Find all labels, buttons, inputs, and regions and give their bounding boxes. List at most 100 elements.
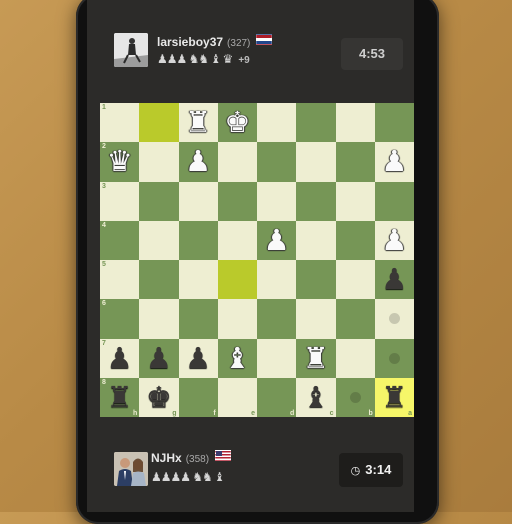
square-d7[interactable] [257, 338, 297, 378]
square-h3[interactable]: 3 [100, 181, 140, 221]
player-avatar[interactable] [114, 452, 148, 486]
material-advantage: +9 [238, 55, 250, 66]
square-d4[interactable]: ♟ [257, 220, 297, 260]
square-b3[interactable] [335, 181, 375, 221]
square-e8[interactable]: e [217, 377, 257, 417]
rank-label: 6 [102, 300, 106, 308]
square-h2[interactable]: 2 ♛ [100, 142, 140, 182]
square-h4[interactable]: 4 [100, 220, 140, 260]
rank-label: 8 [102, 378, 106, 386]
black-pawn-icon[interactable]: ♟ [146, 343, 172, 373]
white-pawn-icon[interactable]: ♟ [381, 147, 407, 176]
white-pawn-icon[interactable]: ♟ [264, 225, 290, 255]
square-e1[interactable]: ♚ [217, 103, 257, 143]
square-g5[interactable] [139, 260, 179, 300]
legal-move-dot[interactable] [388, 352, 400, 364]
square-c3[interactable] [296, 181, 336, 221]
square-g6[interactable] [139, 299, 179, 339]
opponent-name[interactable]: larsieboy37 (327) [157, 34, 273, 49]
white-queen-icon[interactable]: ♛ [107, 147, 133, 176]
white-rook-icon[interactable]: ♜ [303, 343, 329, 373]
square-h5[interactable]: 5 [100, 260, 140, 300]
square-c8[interactable]: c ♝ [296, 377, 336, 417]
square-a6[interactable] [374, 299, 414, 339]
legal-move-dot[interactable] [349, 391, 361, 403]
netherlands-flag-icon [256, 34, 273, 45]
square-h1[interactable]: 1 [100, 103, 140, 143]
white-king-icon[interactable]: ♚ [224, 108, 250, 137]
square-f8[interactable]: f [178, 377, 218, 417]
square-c5[interactable] [296, 260, 336, 300]
player-captured-pieces: ♟♟♟♟ ♞♞ ♝ [151, 470, 225, 484]
square-b7[interactable] [335, 338, 375, 378]
square-c1[interactable] [296, 103, 336, 143]
square-h8[interactable]: 8 h ♜ [100, 377, 140, 417]
opponent-avatar[interactable] [114, 33, 148, 67]
file-label: g [172, 410, 177, 417]
chess-board[interactable]: 1 ♜ ♚ 2 ♛ ♟ ♟ 3 4 ♟ ♟ 5 ♟ 6 7 ♟ ♟ ♟ ♝ ♜ 8 h ♜ g ♚ f e d c ♝ b a ♜ [100, 103, 414, 417]
white-rook-icon[interactable]: ♜ [185, 108, 211, 137]
black-pawn-icon[interactable]: ♟ [185, 343, 211, 373]
square-b2[interactable] [335, 142, 375, 182]
square-d5[interactable] [257, 260, 297, 300]
square-a5[interactable]: ♟ [374, 260, 414, 300]
square-b4[interactable] [335, 220, 375, 260]
square-g1[interactable] [139, 103, 179, 143]
legal-move-dot[interactable] [388, 313, 400, 325]
square-g3[interactable] [139, 181, 179, 221]
square-h6[interactable]: 6 [100, 299, 140, 339]
opponent-rating: (327) [227, 38, 251, 49]
square-c7[interactable]: ♜ [296, 338, 336, 378]
white-bishop-icon[interactable]: ♝ [224, 343, 250, 373]
square-f5[interactable] [178, 260, 218, 300]
square-f2[interactable]: ♟ [178, 142, 218, 182]
square-a4[interactable]: ♟ [374, 220, 414, 260]
white-pawn-icon[interactable]: ♟ [381, 225, 407, 255]
square-c4[interactable] [296, 220, 336, 260]
square-g4[interactable] [139, 220, 179, 260]
square-b6[interactable] [335, 299, 375, 339]
square-e6[interactable] [217, 299, 257, 339]
square-d2[interactable] [257, 142, 297, 182]
square-f3[interactable] [178, 181, 218, 221]
black-bishop-icon[interactable]: ♝ [303, 382, 329, 412]
square-e7[interactable]: ♝ [217, 338, 257, 378]
square-a1[interactable] [374, 103, 414, 143]
square-f4[interactable] [178, 220, 218, 260]
square-h7[interactable]: 7 ♟ [100, 338, 140, 378]
square-e5[interactable] [217, 260, 257, 300]
white-pawn-icon[interactable]: ♟ [185, 147, 211, 176]
square-b5[interactable] [335, 260, 375, 300]
black-pawn-icon[interactable]: ♟ [381, 265, 407, 294]
square-e2[interactable] [217, 142, 257, 182]
square-g7[interactable]: ♟ [139, 338, 179, 378]
file-label: a [408, 410, 412, 417]
file-label: b [368, 410, 373, 417]
square-a7[interactable] [374, 338, 414, 378]
square-e4[interactable] [217, 220, 257, 260]
square-d8[interactable]: d [257, 377, 297, 417]
square-a8[interactable]: a ♜ [374, 377, 414, 417]
square-d6[interactable] [257, 299, 297, 339]
square-c6[interactable] [296, 299, 336, 339]
square-f7[interactable]: ♟ [178, 338, 218, 378]
square-f6[interactable] [178, 299, 218, 339]
square-a2[interactable]: ♟ [374, 142, 414, 182]
square-a3[interactable] [374, 181, 414, 221]
square-b8[interactable]: b [335, 377, 375, 417]
black-pawn-icon[interactable]: ♟ [107, 343, 133, 373]
player-name[interactable]: NJHx (358) [151, 450, 232, 465]
square-d1[interactable] [257, 103, 297, 143]
square-g8[interactable]: g ♚ [139, 377, 179, 417]
game-screen: larsieboy37 (327) ♟♟♟ ♞♞ ♝ ♛ +9 4:53 1 ♜ ♚ 2 ♛… [87, 0, 414, 512]
black-king-icon[interactable]: ♚ [146, 382, 172, 412]
square-b1[interactable] [335, 103, 375, 143]
square-g2[interactable] [139, 142, 179, 182]
square-f1[interactable]: ♜ [178, 103, 218, 143]
rank-label: 4 [102, 221, 106, 229]
black-rook-icon[interactable]: ♜ [107, 382, 133, 412]
square-e3[interactable] [217, 181, 257, 221]
black-rook-icon[interactable]: ♜ [381, 382, 407, 412]
square-d3[interactable] [257, 181, 297, 221]
square-c2[interactable] [296, 142, 336, 182]
